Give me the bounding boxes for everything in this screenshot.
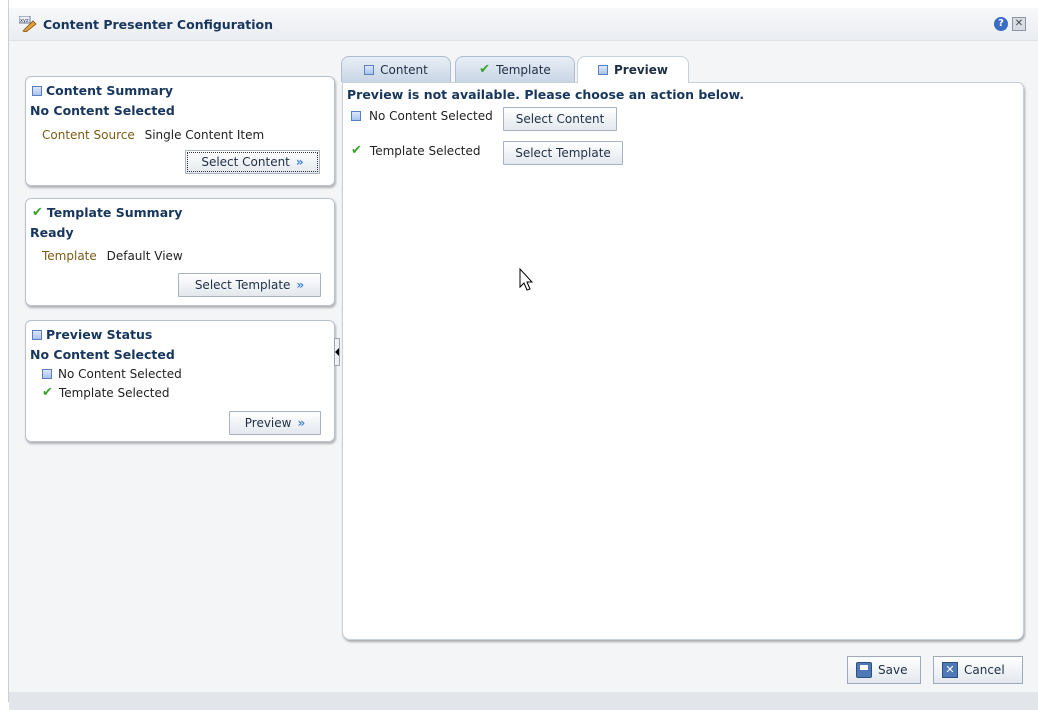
select-template-button-label: Select Template bbox=[515, 146, 611, 160]
preview-button-label: Preview bbox=[244, 416, 292, 430]
panel-splitter[interactable] bbox=[334, 338, 340, 366]
check-icon: ✔ bbox=[32, 205, 43, 220]
dialog-title: Content Presenter Configuration bbox=[43, 17, 274, 32]
preview-template-row: ✔ Template Selected bbox=[351, 143, 481, 158]
tab-preview-label: Preview bbox=[613, 63, 668, 77]
select-content-button-label: Select Content bbox=[515, 112, 605, 126]
tab-template-label: Template bbox=[496, 62, 551, 77]
select-content-label: Select Content bbox=[201, 155, 290, 169]
preview-template-label: Template Selected bbox=[369, 143, 481, 158]
content-source-row: Content Source Single Content Item bbox=[42, 128, 264, 142]
save-button[interactable]: Save bbox=[847, 656, 921, 684]
cancel-button[interactable]: ✕ Cancel bbox=[933, 656, 1023, 684]
check-icon: ✔ bbox=[351, 143, 362, 158]
preview-status-template-item: ✔ Template Selected bbox=[42, 385, 170, 400]
square-icon bbox=[32, 85, 42, 96]
template-row: Template Default View bbox=[42, 249, 183, 263]
save-label: Save bbox=[878, 663, 908, 677]
square-icon bbox=[42, 369, 52, 379]
square-icon bbox=[364, 64, 375, 75]
check-icon: ✔ bbox=[42, 385, 53, 400]
content-summary-header: Content Summary bbox=[32, 83, 173, 98]
content-source-label: Content Source bbox=[42, 128, 135, 142]
preview-content-label: No Content Selected bbox=[369, 109, 493, 123]
preview-message: Preview is not available. Please choose … bbox=[347, 87, 745, 102]
preview-button[interactable]: Preview » bbox=[229, 411, 321, 435]
template-summary-status: Ready bbox=[30, 225, 74, 240]
select-content-button[interactable]: Select Content bbox=[503, 107, 617, 131]
tab-content[interactable]: Content bbox=[341, 56, 451, 82]
content-summary-status: No Content Selected bbox=[30, 103, 175, 118]
preview-status-content-item: No Content Selected bbox=[42, 367, 182, 381]
content-summary-title: Content Summary bbox=[46, 83, 174, 98]
select-template-label: Select Template bbox=[194, 278, 291, 292]
select-template-button-left[interactable]: Select Template » bbox=[178, 273, 321, 297]
preview-content-row: No Content Selected bbox=[351, 109, 493, 123]
square-icon bbox=[351, 111, 361, 121]
tab-preview[interactable]: Preview bbox=[577, 56, 689, 83]
cancel-icon: ✕ bbox=[942, 662, 958, 678]
chevron-right-icon: » bbox=[297, 416, 306, 430]
template-label: Template bbox=[42, 249, 97, 263]
preview-status-status: No Content Selected bbox=[30, 347, 175, 362]
check-icon: ✔ bbox=[479, 62, 491, 77]
template-summary-header: ✔ Template Summary bbox=[32, 205, 182, 220]
preview-status-header: Preview Status bbox=[32, 327, 152, 342]
close-icon[interactable]: ✕ bbox=[1012, 17, 1026, 31]
square-icon bbox=[32, 329, 42, 340]
template-value: Default View bbox=[106, 249, 183, 263]
preview-status-template-label: Template Selected bbox=[58, 385, 170, 400]
preview-status-content-label: No Content Selected bbox=[58, 367, 182, 381]
save-icon bbox=[856, 662, 872, 678]
svg-text:xyz: xyz bbox=[20, 18, 29, 24]
square-icon bbox=[597, 65, 608, 75]
select-content-button-left[interactable]: Select Content » bbox=[185, 150, 320, 174]
tab-content-label: Content bbox=[380, 62, 428, 77]
tab-template[interactable]: ✔ Template bbox=[455, 56, 575, 82]
chevron-right-icon: » bbox=[295, 155, 304, 169]
preview-status-title: Preview Status bbox=[46, 327, 153, 342]
xyz-edit-icon: xyz bbox=[19, 16, 37, 32]
preview-tab-panel: Preview is not available. Please choose … bbox=[342, 82, 1024, 640]
dialog: xyz Content Presenter Configuration ? ✕ … bbox=[8, 8, 1038, 710]
mouse-cursor-icon bbox=[519, 268, 533, 291]
cancel-label: Cancel bbox=[964, 663, 1005, 677]
bottom-bar bbox=[9, 692, 1038, 710]
preview-status-card: Preview Status No Content Selected No Co… bbox=[25, 320, 335, 442]
content-source-value: Single Content Item bbox=[144, 128, 265, 142]
template-summary-title: Template Summary bbox=[46, 205, 183, 220]
help-icon[interactable]: ? bbox=[994, 17, 1008, 31]
title-bar: xyz Content Presenter Configuration ? ✕ bbox=[9, 8, 1038, 41]
select-template-button[interactable]: Select Template bbox=[503, 141, 623, 165]
chevron-right-icon: » bbox=[296, 278, 305, 292]
content-summary-card: Content Summary No Content Selected Cont… bbox=[25, 76, 335, 186]
template-summary-card: ✔ Template Summary Ready Template Defaul… bbox=[25, 198, 335, 306]
